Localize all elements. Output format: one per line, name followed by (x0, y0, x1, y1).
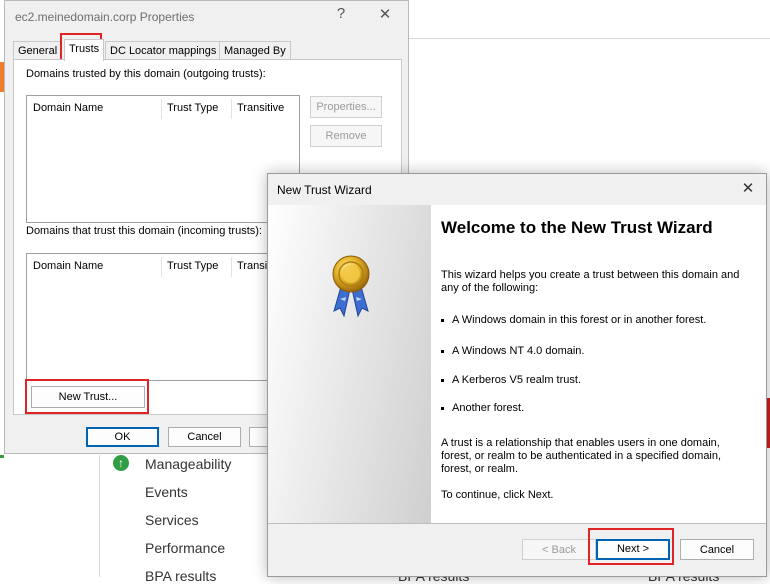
dialog-title: ec2.meinedomain.corp Properties (15, 10, 195, 24)
incoming-trusts-label: Domains that trust this domain (incoming… (26, 225, 262, 237)
column-trust-type[interactable]: Trust Type (161, 254, 231, 279)
remove-button[interactable]: Remove (310, 125, 382, 147)
bullet-item: A Kerberos V5 realm trust. (441, 374, 581, 386)
back-button[interactable]: < Back (522, 539, 596, 560)
nav-services[interactable]: Services (145, 512, 199, 528)
column-domain-name[interactable]: Domain Name (27, 96, 161, 121)
wizard-description: A trust is a relationship that enables u… (441, 437, 722, 475)
properties-button[interactable]: Properties... (310, 96, 382, 118)
column-transitive[interactable]: Transitive (231, 96, 299, 121)
column-domain-name[interactable]: Domain Name (27, 254, 161, 279)
tab-managed-by[interactable]: Managed By (219, 41, 291, 60)
wizard-content: Welcome to the New Trust Wizard This wiz… (431, 205, 766, 523)
new-trust-wizard: New Trust Wizard ✕ Welcome to the New Tr… (267, 173, 767, 577)
award-ribbon-icon (332, 255, 370, 318)
wizard-cancel-button[interactable]: Cancel (680, 539, 754, 560)
help-button[interactable]: ? (326, 5, 356, 22)
check-circle-icon: ↑ (113, 455, 129, 471)
nav-performance[interactable]: Performance (145, 540, 225, 556)
wizard-continue-text: To continue, click Next. (441, 489, 554, 501)
tab-trusts[interactable]: Trusts (64, 39, 105, 61)
wizard-banner (268, 205, 431, 523)
nav-bpa-results[interactable]: BPA results (145, 568, 216, 584)
apply-button[interactable] (249, 427, 269, 447)
highlight-next-button (588, 528, 674, 565)
highlight-new-trust-button (25, 379, 149, 414)
tab-dc-locator-mappings[interactable]: DC Locator mappings (105, 41, 222, 60)
bg-divider (409, 38, 770, 39)
wizard-separator (268, 523, 766, 524)
tab-general[interactable]: General (13, 41, 63, 60)
ok-button[interactable]: OK (86, 427, 159, 447)
column-trust-type[interactable]: Trust Type (161, 96, 231, 121)
cancel-button[interactable]: Cancel (168, 427, 241, 447)
outgoing-trusts-label: Domains trusted by this domain (outgoing… (26, 68, 266, 80)
bg-green-mark (0, 455, 4, 458)
bg-panel-border (99, 455, 100, 577)
nav-manageability[interactable]: Manageability (145, 456, 231, 472)
wizard-intro: This wizard helps you create a trust bet… (441, 269, 740, 294)
incoming-trusts-list[interactable]: Domain Name Trust Type Transiti (26, 253, 300, 381)
close-icon[interactable]: ✕ (370, 5, 400, 23)
close-icon[interactable]: ✕ (736, 179, 760, 197)
bullet-item: A Windows domain in this forest or in an… (441, 314, 706, 326)
wizard-title: New Trust Wizard (277, 183, 372, 197)
bullet-item: A Windows NT 4.0 domain. (441, 345, 584, 357)
nav-events[interactable]: Events (145, 484, 188, 500)
bullet-item: Another forest. (441, 402, 524, 414)
outgoing-trusts-list[interactable]: Domain Name Trust Type Transitive (26, 95, 300, 223)
wizard-heading: Welcome to the New Trust Wizard (441, 218, 713, 237)
